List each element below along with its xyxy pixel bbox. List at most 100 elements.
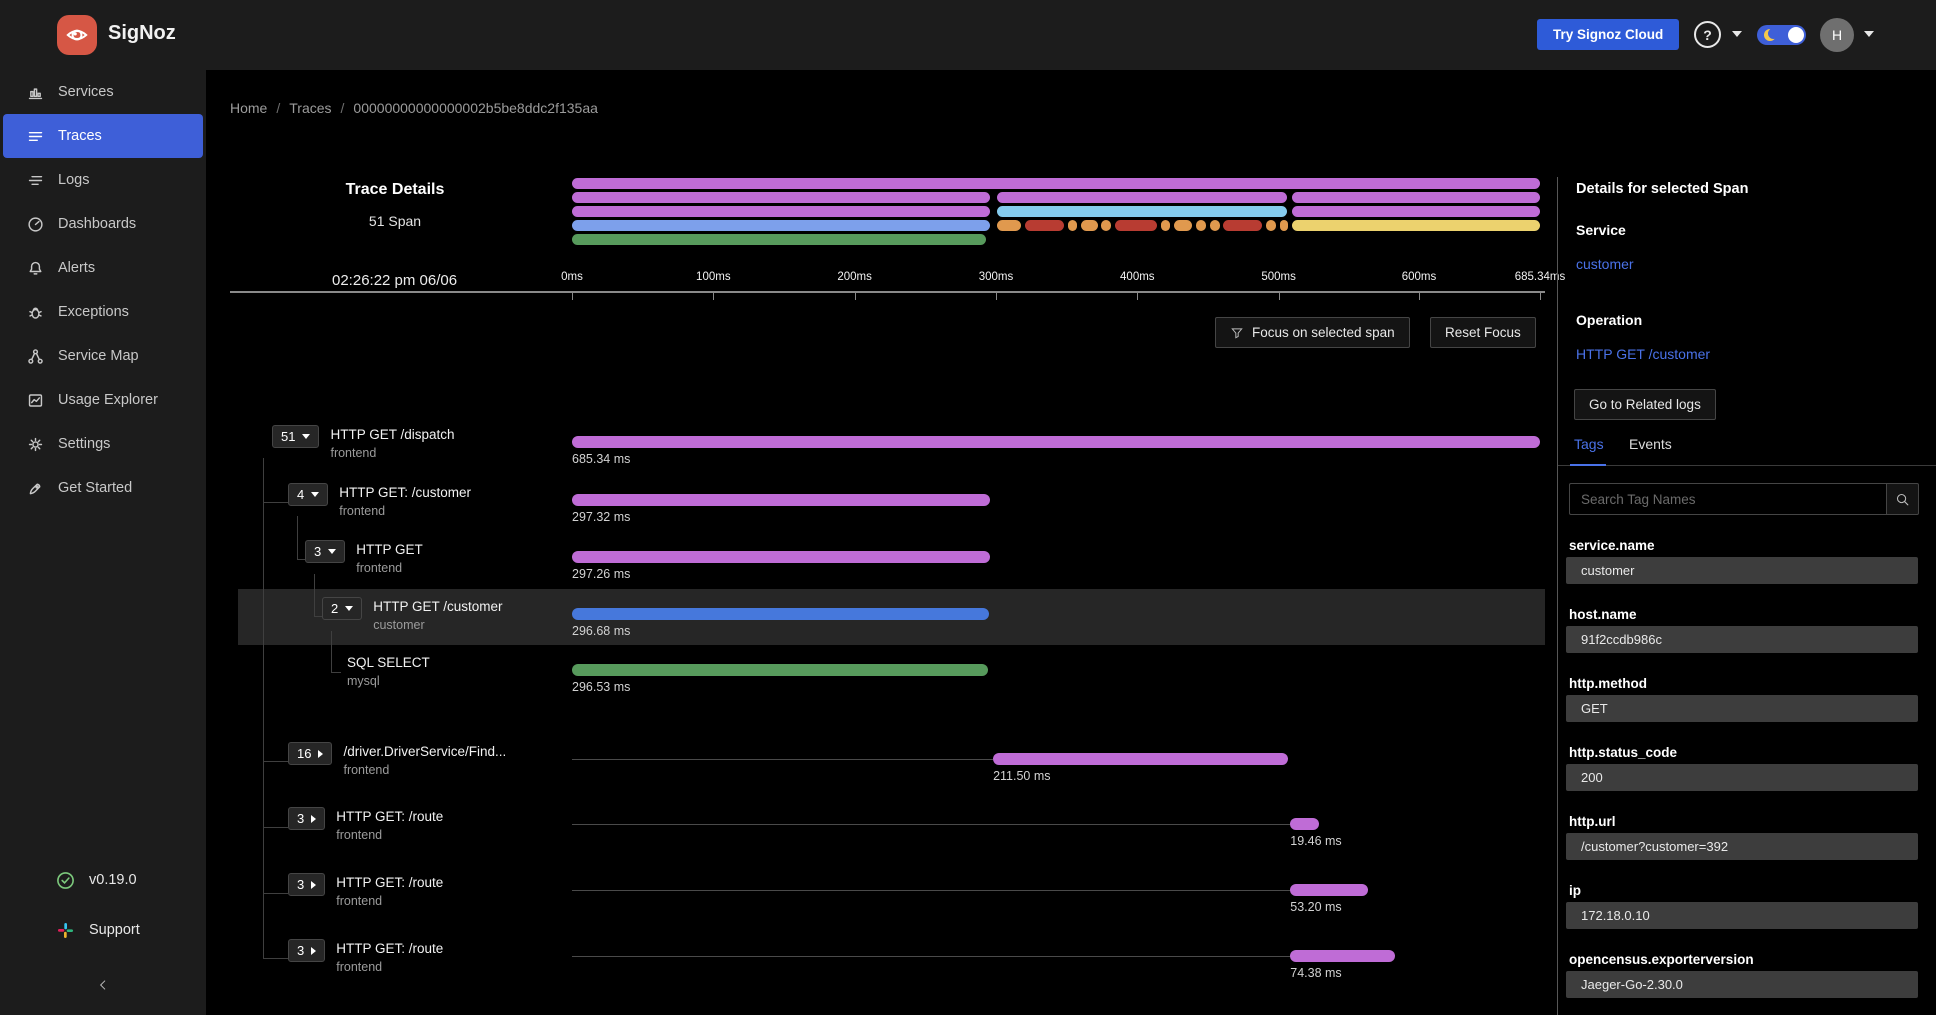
span-duration-bar[interactable] [993,753,1288,765]
minimap-span-segment [1210,220,1220,231]
help-caret-icon[interactable] [1732,31,1742,37]
sidebar-item-service-map[interactable]: Service Map [3,334,203,378]
sidebar-item-settings[interactable]: Settings [3,422,203,466]
caret-right-icon [311,881,316,889]
support-item[interactable]: Support [0,905,206,955]
signoz-logo-icon[interactable] [57,15,97,55]
avatar-caret-icon[interactable] [1864,31,1874,37]
theme-toggle[interactable] [1757,25,1806,45]
span-row-left: 16/driver.DriverService/Find...frontend [288,742,506,777]
span-name: HTTP GET: /route [336,941,443,956]
sidebar-item-alerts[interactable]: Alerts [3,246,203,290]
operation-link[interactable]: HTTP GET /customer [1576,346,1710,362]
line-chart-icon [27,392,44,409]
span-row[interactable]: 3HTTP GET: /routefrontend53.20 ms [206,865,1545,921]
span-duration-bar[interactable] [572,436,1540,448]
breadcrumb-link[interactable]: Traces [289,100,331,116]
span-duration-label: 211.50 ms [993,769,1050,783]
sidebar-item-dashboards[interactable]: Dashboards [3,202,203,246]
axis-tick-label: 400ms [1120,271,1155,283]
span-duration-bar[interactable] [1290,818,1319,830]
minimap-span-segment [1174,220,1192,231]
minimap-span-segment [1266,220,1276,231]
avatar[interactable]: H [1820,18,1854,52]
expand-badge[interactable]: 4 [288,483,328,506]
service-link[interactable]: customer [1576,256,1634,272]
expand-badge[interactable]: 3 [288,939,325,962]
expand-badge[interactable]: 3 [288,873,325,896]
span-service: mysql [347,674,430,688]
span-service: frontend [330,446,454,460]
trace-minimap[interactable] [572,178,1540,245]
tab-tags[interactable]: Tags [1574,436,1604,452]
support-label: Support [89,922,140,938]
top-bar: SigNoz Try Signoz Cloud ? H [0,0,1936,70]
span-row[interactable]: 16/driver.DriverService/Find...frontend 2… [206,734,1545,790]
span-duration-bar[interactable] [572,494,990,506]
caret-right-icon [318,750,323,758]
sidebar-item-services[interactable]: Services [3,70,203,114]
span-service: frontend [339,504,471,518]
sidebar-item-traces[interactable]: Traces [3,114,203,158]
tag-value: 91f2ccdb986c [1566,626,1918,653]
go-to-related-logs-button[interactable]: Go to Related logs [1574,389,1716,420]
span-count: 51 Span [280,213,510,229]
expand-badge[interactable]: 3 [305,540,345,563]
sidebar-item-logs[interactable]: Logs [3,158,203,202]
tag-search-input[interactable] [1569,483,1886,515]
tag-key: opencensus.exporterversion [1569,952,1754,967]
expand-badge[interactable]: 51 [272,425,319,448]
span-name: SQL SELECT [347,655,430,670]
span-row-left: 51HTTP GET /dispatchfrontend [272,425,455,460]
span-name: HTTP GET: /route [336,875,443,890]
span-duration-bar[interactable] [572,664,988,676]
minimap-span-segment [572,234,986,245]
span-row[interactable]: 3HTTP GET: /routefrontend19.46 ms [206,799,1545,855]
trace-details-title: Trace Details [280,181,510,199]
expand-badge[interactable]: 2 [322,597,362,620]
expand-badge[interactable]: 3 [288,807,325,830]
breadcrumb: Home/Traces/00000000000000002b5be8ddc2f1… [230,100,598,116]
minimap-span-segment [1161,220,1171,231]
span-duration-bar[interactable] [1290,950,1395,962]
span-row[interactable]: 4HTTP GET: /customerfrontend297.32 ms [206,475,1545,531]
span-row[interactable]: 51HTTP GET /dispatchfrontend685.34 ms [206,417,1545,473]
span-row[interactable]: 2HTTP GET /customercustomer296.68 ms [206,589,1545,645]
reset-focus-button[interactable]: Reset Focus [1430,317,1536,348]
version-item[interactable]: v0.19.0 [0,855,206,905]
tag-value: customer [1566,557,1918,584]
bug-icon [27,304,44,321]
child-count: 3 [297,811,304,826]
breadcrumb-link[interactable]: Home [230,100,267,116]
span-baseline [572,890,1290,891]
help-icon[interactable]: ? [1694,21,1721,48]
tag-value: 200 [1566,764,1918,791]
span-row[interactable]: SQL SELECTmysql296.53 ms [206,645,1545,701]
sidebar-item-exceptions[interactable]: Exceptions [3,290,203,334]
sidebar-item-usage-explorer[interactable]: Usage Explorer [3,378,203,422]
try-signoz-cloud-button[interactable]: Try Signoz Cloud [1537,19,1679,50]
expand-badge[interactable]: 16 [288,742,332,765]
span-duration-bar[interactable] [1290,884,1367,896]
span-baseline [572,759,993,760]
tag-search-button[interactable] [1886,483,1919,515]
span-row[interactable]: 3HTTP GET: /routefrontend74.38 ms [206,931,1545,987]
minimap-span-segment [1292,192,1540,203]
breadcrumb-separator: / [341,100,345,116]
traces-lines-icon [27,128,44,145]
sidebar-item-label: Logs [58,172,89,188]
sidebar-item-get-started[interactable]: Get Started [3,466,203,510]
tab-events[interactable]: Events [1629,436,1672,452]
focus-selected-span-button[interactable]: Focus on selected span [1215,317,1410,348]
sidebar-item-label: Traces [58,128,102,144]
breadcrumb-trace-id: 00000000000000002b5be8ddc2f135aa [353,100,597,116]
span-duration-bar[interactable] [572,551,990,563]
sidebar-collapse-button[interactable] [0,955,206,1015]
sidebar-item-label: Usage Explorer [58,392,158,408]
span-duration-label: 297.26 ms [572,567,630,581]
span-row[interactable]: 3HTTP GETfrontend297.26 ms [206,532,1545,588]
span-duration-bar[interactable] [572,608,989,620]
search-icon [1895,492,1910,507]
minimap-span-segment [1280,220,1289,231]
gauge-icon [27,216,44,233]
